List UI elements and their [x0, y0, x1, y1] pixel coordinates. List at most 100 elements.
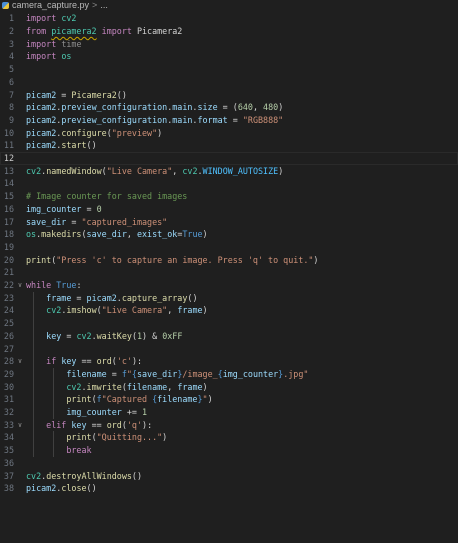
code-token: () — [86, 483, 97, 494]
line-number: 16 — [3, 203, 14, 214]
code-text: print("Press 'c' to capture an image. Pr… — [26, 254, 318, 267]
code-line[interactable]: 25 — [0, 317, 458, 330]
code-line[interactable]: 35 break — [0, 444, 458, 457]
code-text: filename = f"{save_dir}/image_{img_count… — [26, 368, 308, 381]
code-token: "Live Camera" — [106, 165, 173, 176]
code-line[interactable]: 21 — [0, 266, 458, 279]
line-number: 29 — [3, 368, 14, 379]
code-line[interactable]: 22 ∨ while True: — [0, 279, 458, 292]
code-line[interactable]: 11 picam2.start() — [0, 139, 458, 152]
code-token: img_counter — [222, 368, 279, 379]
python-file-icon — [2, 1, 9, 9]
breadcrumb-more[interactable]: ... — [100, 0, 108, 10]
code-line[interactable]: 10 picam2.configure("preview") — [0, 127, 458, 140]
code-token: import — [101, 26, 132, 36]
code-token: "captured_images" — [81, 216, 168, 227]
code-token: "Quitting..." — [96, 432, 163, 443]
breadcrumb-separator: > — [92, 0, 98, 10]
code-line[interactable]: 7 picam2 = Picamera2() — [0, 89, 458, 102]
code-line[interactable]: 17 save_dir = "captured_images" — [0, 216, 458, 229]
code-line[interactable]: 2 from picamera2 import Picamera2 — [0, 25, 458, 38]
indent-guide — [33, 291, 34, 457]
code-token: img_counter — [66, 407, 122, 417]
fold-chevron-icon[interactable]: ∨ — [14, 279, 26, 292]
code-token: "Press 'c' to capture an image. Press 'q… — [56, 254, 314, 265]
code-line[interactable]: 32 img_counter += 1 — [0, 406, 458, 419]
code-line[interactable]: 38 picam2.close() — [0, 482, 458, 495]
code-line[interactable]: 14 — [0, 177, 458, 190]
code-token: preview_configuration — [61, 114, 168, 125]
line-number: 28 — [3, 356, 14, 367]
code-line[interactable]: 24 cv2.imshow("Live Camera", frame) — [0, 304, 458, 317]
code-text: break — [26, 444, 91, 457]
code-line[interactable]: 8 picam2.preview_configuration.main.size … — [0, 101, 458, 114]
code-text: picam2 = Picamera2() — [26, 89, 127, 102]
code-text: img_counter += 1 — [26, 406, 147, 419]
code-token: save_dir — [136, 368, 178, 379]
code-line[interactable]: 29 filename = f"{save_dir}/image_{img_co… — [0, 368, 458, 381]
code-token: if — [46, 356, 57, 367]
code-token: while — [26, 280, 52, 290]
line-number: 19 — [3, 241, 14, 252]
code-line[interactable]: 26 key = cv2.waitKey(1) & 0xFF — [0, 330, 458, 343]
line-number: 17 — [3, 216, 14, 227]
line-number: 13 — [3, 165, 14, 176]
code-token: picam2 — [26, 483, 57, 494]
line-number: 14 — [3, 178, 14, 189]
code-text: picam2.close() — [26, 482, 97, 495]
code-text: cv2.imshow("Live Camera", frame) — [26, 304, 207, 317]
code-line[interactable]: 36 — [0, 457, 458, 470]
code-line[interactable]: 20 print("Press 'c' to capture an image. … — [0, 254, 458, 267]
code-token: imshow — [66, 305, 97, 316]
code-token: os — [26, 229, 37, 240]
code-token: cv2 — [26, 165, 42, 176]
code-line[interactable]: 3 import time — [0, 38, 458, 51]
code-line[interactable]: 30 cv2.imwrite(filename, frame) — [0, 381, 458, 394]
code-line[interactable]: 13 cv2.namedWindow("Live Camera", cv2.WIN… — [0, 165, 458, 178]
code-line[interactable]: 16 img_counter = 0 — [0, 203, 458, 216]
code-token: = — [56, 89, 72, 100]
code-line[interactable]: 37 cv2.destroyAllWindows() — [0, 470, 458, 483]
indent-guide — [53, 431, 54, 457]
code-token: import — [26, 51, 57, 62]
code-line[interactable]: 12 — [0, 152, 458, 165]
code-token: == — [86, 419, 107, 430]
code-line[interactable]: 28 ∨ if key == ord('c'): — [0, 355, 458, 368]
code-token: , — [126, 229, 137, 240]
code-token: save_dir — [86, 229, 127, 240]
code-text: print("Quitting...") — [26, 431, 167, 444]
code-line[interactable]: 6 — [0, 76, 458, 89]
code-line[interactable]: 1 import cv2 — [0, 12, 458, 25]
code-token: "Live Camera" — [101, 305, 168, 316]
code-token: : — [76, 280, 82, 290]
code-line[interactable]: 33 ∨ elif key == ord('q'): — [0, 419, 458, 432]
code-line[interactable]: 15 # Image counter for saved images — [0, 190, 458, 203]
code-token: 640 — [237, 102, 253, 113]
code-line[interactable]: 18 os.makedirs(save_dir, exist_ok=True) — [0, 228, 458, 241]
line-number: 15 — [3, 191, 14, 202]
code-token: ): — [142, 419, 153, 430]
code-line[interactable]: 5 — [0, 63, 458, 76]
fold-chevron-icon[interactable]: ∨ — [14, 355, 26, 368]
code-token: main — [172, 102, 193, 113]
code-token: preview_configuration — [61, 102, 168, 113]
code-line[interactable]: 23 frame = picam2.capture_array() — [0, 292, 458, 305]
code-editor[interactable]: 1 import cv2 2 from picamera2 import Picame… — [0, 10, 458, 543]
line-number: 31 — [3, 394, 14, 405]
code-line[interactable]: 4 import os — [0, 50, 458, 63]
code-line[interactable]: 19 — [0, 241, 458, 254]
code-token: picam2 — [26, 89, 57, 100]
line-number: 12 — [3, 153, 14, 163]
fold-chevron-icon[interactable]: ∨ — [14, 419, 26, 432]
breadcrumb-file[interactable]: camera_capture.py — [12, 0, 89, 10]
code-token: frame — [177, 381, 203, 392]
code-line[interactable]: 34 print("Quitting...") — [0, 431, 458, 444]
line-number: 8 — [8, 102, 14, 113]
code-line[interactable]: 31 print(f"Captured {filename}") — [0, 393, 458, 406]
code-token: from — [26, 26, 47, 36]
code-line[interactable]: 9 picam2.preview_configuration.main.forma… — [0, 114, 458, 127]
code-token: 0xFF — [162, 330, 183, 341]
code-token: ) — [162, 432, 168, 443]
code-line[interactable]: 27 — [0, 343, 458, 356]
